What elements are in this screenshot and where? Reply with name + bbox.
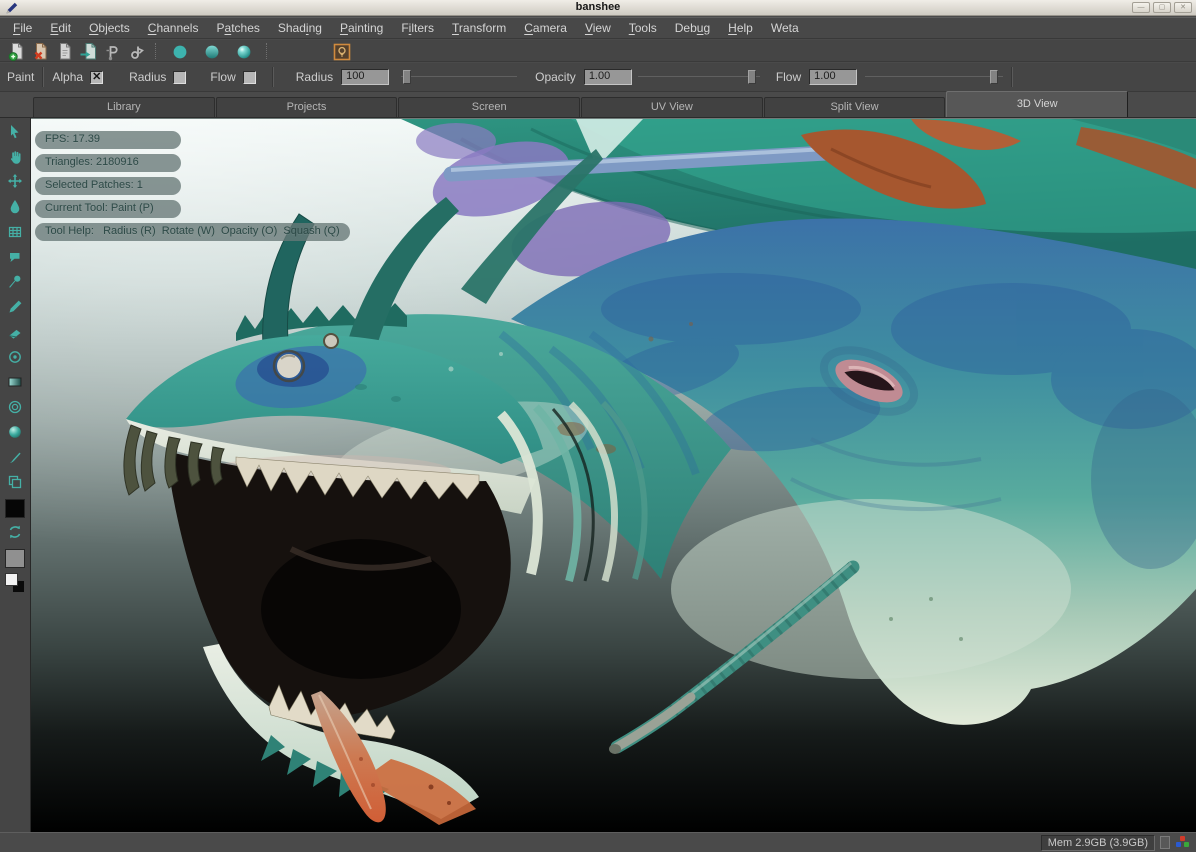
select-tool[interactable] [2,121,28,146]
alpha-label: Alpha [52,70,83,84]
hud-fps: FPS: 17.39 [35,131,181,149]
radius-checkbox-label: Radius [129,70,166,84]
paint-options-bar: Paint Alpha Radius Flow Radius 100 Opaci… [0,63,1196,92]
brush-tool[interactable] [2,446,28,471]
tab-split-view[interactable]: Split View [764,97,946,117]
menu-shading[interactable]: Shading [269,19,331,37]
tab-library[interactable]: Library [33,97,215,117]
main-toolbar [0,40,1196,62]
shading-basic-button[interactable] [201,41,223,61]
view-tab-bar: LibraryProjectsScreenUV ViewSplit View3D… [0,92,1196,118]
default-colors-swatch[interactable] [4,573,26,593]
shading-full-button[interactable] [233,41,255,61]
save-project-button[interactable] [54,41,76,61]
menu-objects[interactable]: Objects [80,19,139,37]
pan-tool[interactable] [2,146,28,171]
toolbar-separator [155,43,158,59]
menu-patches[interactable]: Patches [207,19,268,37]
menu-filters[interactable]: Filters [392,19,443,37]
hud-overlay: FPS: 17.39 Triangles: 2180916 Selected Pat… [35,131,350,241]
hud-selected-patches: Selected Patches: 1 [35,177,181,195]
window-title: banshee [0,1,1196,13]
copy-patch-tool[interactable] [2,471,28,496]
menu-transform[interactable]: Transform [443,19,515,37]
pin-tool[interactable] [2,271,28,296]
menu-channels[interactable]: Channels [139,19,208,37]
viewport-3d-canvas[interactable]: FPS: 17.39 Triangles: 2180916 Selected Pat… [31,118,1196,832]
menu-tools[interactable]: Tools [620,19,666,37]
menu-view[interactable]: View [576,19,620,37]
path-tool-button[interactable] [126,41,148,61]
menu-bar: FileEditObjectsChannelsPatchesShadingPai… [0,17,1196,39]
smear-tool[interactable] [2,396,28,421]
warp-grid-tool[interactable] [2,221,28,246]
swap-colors-icon[interactable] [2,521,28,546]
gradient-tool[interactable] [2,371,28,396]
status-bar: Mem 2.9GB (3.9GB) [0,832,1196,852]
flow-slider[interactable] [865,69,1003,85]
menu-camera[interactable]: Camera [515,19,576,37]
close-button[interactable]: ✕ [1174,2,1192,13]
menu-debug[interactable]: Debug [666,19,719,37]
background-color-swatch[interactable] [5,549,25,568]
flow-slider-label: Flow [776,70,801,84]
rgb-channels-icon [1175,836,1190,849]
move-tool[interactable] [2,171,28,196]
close-project-button[interactable] [30,41,52,61]
hud-tool-help: Tool Help: Radius (R) Rotate (W) Opacity… [35,223,350,241]
menu-file[interactable]: File [4,19,41,37]
import-button[interactable] [78,41,100,61]
separator [272,67,274,87]
radius-slider-label: Radius [296,70,333,84]
sphere-paint-tool[interactable] [2,421,28,446]
radius-checkbox[interactable] [173,71,186,84]
opacity-slider-label: Opacity [535,70,576,84]
menu-weta[interactable]: Weta [762,19,808,37]
title-bar: banshee —▢✕ [0,0,1196,16]
hud-triangles: Triangles: 2180916 [35,154,181,172]
tab-3d-view[interactable]: 3D View [946,91,1128,117]
opacity-field[interactable]: 1.00 [584,69,632,85]
menu-painting[interactable]: Painting [331,19,392,37]
menu-help[interactable]: Help [719,19,762,37]
tab-projects[interactable]: Projects [216,97,398,117]
foreground-color-swatch[interactable] [5,499,25,518]
shading-flat-button[interactable] [169,41,191,61]
opacity-slider[interactable] [638,69,760,85]
lighting-toggle-button[interactable] [331,41,353,61]
paint-through-tool[interactable] [2,246,28,271]
separator [42,67,44,87]
toolbar-separator [266,43,269,59]
eraser-tool[interactable] [2,321,28,346]
flow-checkbox[interactable] [243,71,256,84]
window-controls: —▢✕ [1132,2,1192,13]
paint-drop-tool[interactable] [2,196,28,221]
tab-uv-view[interactable]: UV View [581,97,763,117]
pencil-tool[interactable] [2,296,28,321]
flow-field[interactable]: 1.00 [809,69,857,85]
tool-palette [0,118,31,832]
new-project-button[interactable] [6,41,28,61]
clone-tool[interactable] [2,346,28,371]
maximize-button[interactable]: ▢ [1153,2,1171,13]
current-tool-label: Paint [7,70,34,84]
memory-usage: Mem 2.9GB (3.9GB) [1041,835,1155,851]
alpha-checkbox[interactable] [90,71,103,84]
separator [1011,67,1013,87]
hud-current-tool: Current Tool: Paint (P) [35,200,181,218]
radius-field[interactable]: 100 [341,69,389,85]
menu-edit[interactable]: Edit [41,19,80,37]
pivot-tool-button[interactable] [102,41,124,61]
radius-slider[interactable] [401,69,517,85]
tab-screen[interactable]: Screen [398,97,580,117]
flow-checkbox-label: Flow [210,70,235,84]
status-mini-button[interactable] [1160,836,1170,849]
minimize-button[interactable]: — [1132,2,1150,13]
